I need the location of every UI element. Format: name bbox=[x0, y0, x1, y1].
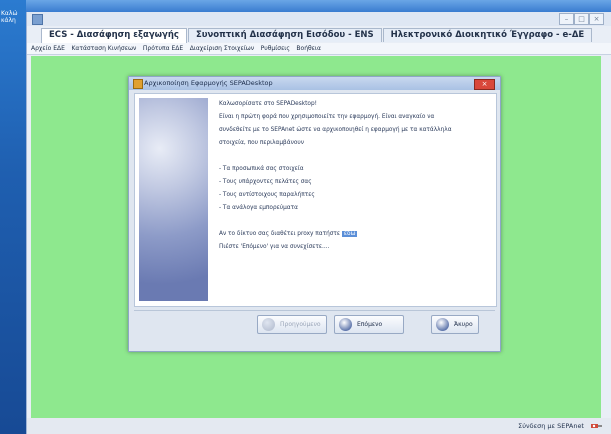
next-button[interactable]: Επόμενο bbox=[334, 315, 404, 334]
menu-voitheia[interactable]: Βοήθεια bbox=[296, 43, 321, 54]
tab-ens[interactable]: Συνοπτική Διασάφηση Εισόδου - ENS bbox=[187, 28, 382, 42]
decorative-side-image bbox=[139, 98, 208, 301]
dialog-separator bbox=[134, 310, 495, 311]
setup-dialog: Αρχικοποίηση Εφαρμογής SEPADesktop × Καλ… bbox=[128, 76, 501, 352]
menu-rythmiseis[interactable]: Ρυθμίσεις bbox=[261, 43, 290, 54]
proxy-text: Αν το δίκτυο σας διαθέτει proxy πατήστε bbox=[219, 231, 341, 237]
list-item: - Τα ανάλογα εμπορεύματα bbox=[219, 205, 298, 211]
menu-protypa-ede[interactable]: Πρότυπα ΕΔΕ bbox=[143, 43, 183, 54]
dialog-close-button[interactable]: × bbox=[474, 79, 495, 90]
close-window-button[interactable]: × bbox=[589, 13, 604, 25]
list-item: - Τα προσωπικά σας στοιχεία bbox=[219, 166, 304, 172]
intro-line-2: συνδεθείτε με το SEPAnet ώστε να αρχικοπ… bbox=[219, 127, 452, 133]
tab-e-de[interactable]: Ηλεκτρονικό Διοικητικό Έγγραφο - e-ΔΕ bbox=[382, 28, 593, 42]
cancel-icon bbox=[436, 318, 449, 331]
connection-status: Σύνδεση με SEPAnet bbox=[518, 422, 584, 430]
app-titlebar: – □ × bbox=[27, 12, 611, 26]
menubar: Αρχείο ΕΔΕ Κατάσταση Κινήσεων Πρότυπα ΕΔ… bbox=[27, 43, 611, 55]
next-hint: Πιέστε 'Επόμενο' για να συνεχίσετε.... bbox=[219, 244, 330, 250]
forward-arrow-icon bbox=[339, 318, 352, 331]
list-item: - Τους υπάρχοντες πελάτες σας bbox=[219, 179, 312, 185]
previous-button[interactable]: Προηγούμενο bbox=[257, 315, 327, 334]
proxy-settings-link[interactable]: εδώ bbox=[341, 231, 358, 237]
menu-diaxeirisi-stoixeion[interactable]: Διαχείριση Στοιχείων bbox=[190, 43, 254, 54]
network-plug-icon bbox=[591, 424, 602, 428]
proxy-line: Αν το δίκτυο σας διαθέτει proxy πατήστε … bbox=[219, 228, 489, 241]
tab-ecs[interactable]: ECS - Διασάφηση εξαγωγής bbox=[41, 28, 187, 43]
app-logo-icon bbox=[133, 79, 143, 89]
dialog-title: Αρχικοποίηση Εφαρμογής SEPADesktop bbox=[144, 79, 273, 87]
desktop-text: Καλώ κάλη bbox=[1, 10, 18, 24]
app-tabs: ECS - Διασάφηση εξαγωγής Συνοπτική Διασά… bbox=[41, 28, 593, 43]
back-arrow-icon bbox=[262, 318, 275, 331]
menu-arxeio-ede[interactable]: Αρχείο ΕΔΕ bbox=[31, 43, 65, 54]
app-icon bbox=[32, 14, 43, 25]
cancel-button[interactable]: Άκυρο bbox=[431, 315, 479, 334]
list-item: - Τους αντίστοιχους παραλήπτες bbox=[219, 192, 315, 198]
minimize-button[interactable]: – bbox=[559, 13, 574, 25]
welcome-text: Καλωσορίσατε στο SEPADesktop! bbox=[219, 101, 317, 107]
dialog-body: Καλωσορίσατε στο SEPADesktop! Είναι η πρ… bbox=[134, 93, 497, 307]
desktop-top-bar bbox=[0, 0, 611, 12]
intro-line-3: στοιχεία, που περιλαμβάνουν bbox=[219, 140, 304, 146]
maximize-button[interactable]: □ bbox=[574, 13, 589, 25]
status-bar: Σύνδεση με SEPAnet bbox=[27, 418, 611, 434]
dialog-content: Καλωσορίσατε στο SEPADesktop! Είναι η πρ… bbox=[219, 98, 489, 254]
intro-line-1: Είναι η πρώτη φορά που χρησιμοποιείτε τη… bbox=[219, 114, 435, 120]
dialog-titlebar: Αρχικοποίηση Εφαρμογής SEPADesktop × bbox=[129, 77, 500, 90]
menu-katastasi-kiniseon[interactable]: Κατάσταση Κινήσεων bbox=[71, 43, 136, 54]
desktop-left-edge: Καλώ κάλη bbox=[0, 0, 26, 434]
